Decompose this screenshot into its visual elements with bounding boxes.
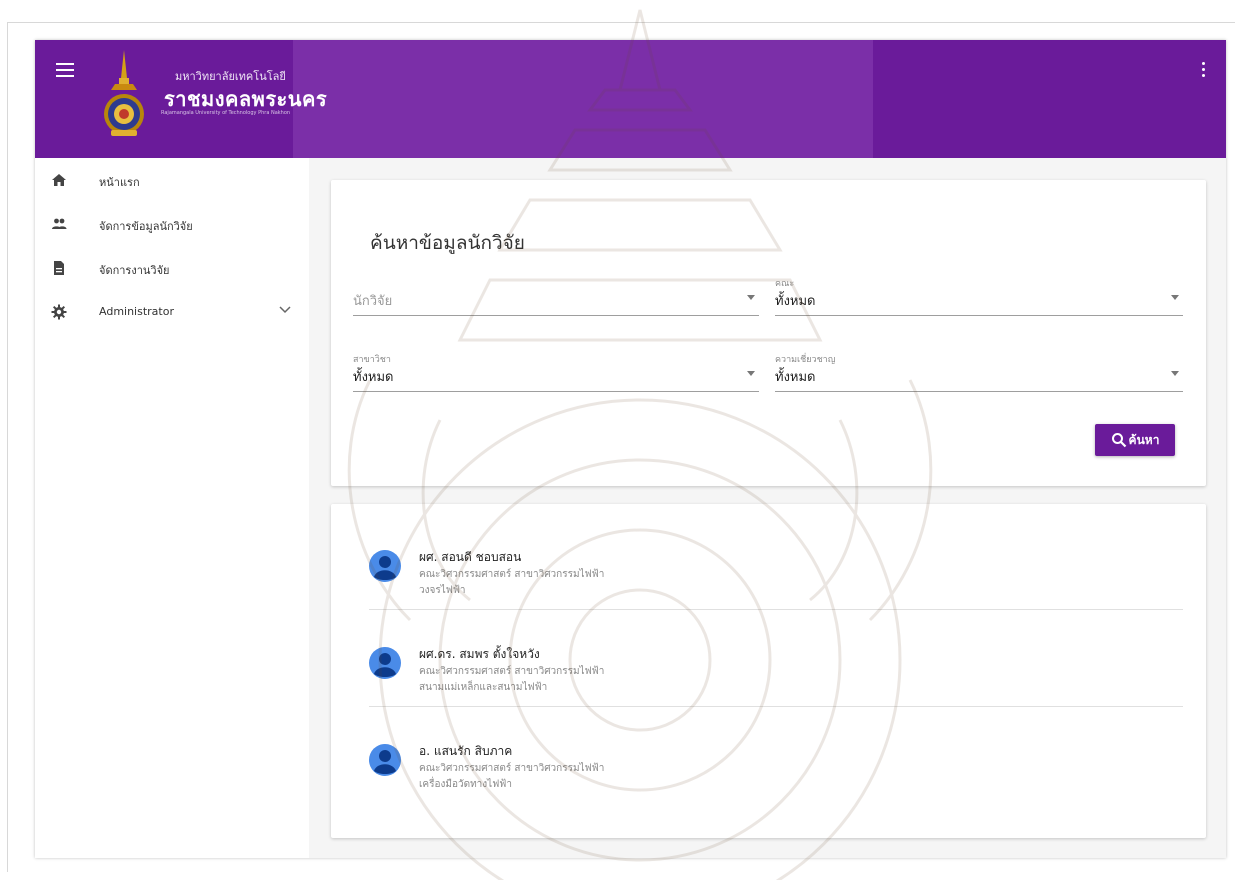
avatar-icon <box>369 647 401 679</box>
dropdown-arrow-icon <box>747 371 755 376</box>
researcher-select[interactable]: นักวิจัย <box>353 276 759 316</box>
university-logo <box>104 50 144 136</box>
result-item[interactable]: อ. แสนรัก สิบภาค คณะวิศวกรรมศาสตร์ สาขาว… <box>369 706 1183 806</box>
result-faculty: คณะวิศวกรรมศาสตร์ สาขาวิศวกรรมไฟฟ้า <box>419 763 605 774</box>
result-name: อ. แสนรัก สิบภาค <box>419 744 513 758</box>
chevron-down-icon[interactable] <box>279 306 291 314</box>
search-card: ค้นหาข้อมูลนักวิจัย นักวิจัย คณะ ทั้งหมด… <box>331 180 1206 486</box>
app-window: มหาวิทยาลัยเทคโนโลยี ราชมงคลพระนคร Rajam… <box>35 40 1226 858</box>
avatar-icon <box>369 744 401 776</box>
search-button[interactable]: ค้นหา <box>1095 424 1175 456</box>
major-value: ทั้งหมด <box>353 370 394 385</box>
more-vert-icon[interactable] <box>1202 62 1206 78</box>
document-icon <box>54 261 64 275</box>
sidebar-item-label: จัดการข้อมูลนักวิจัย <box>99 220 193 233</box>
expertise-value: ทั้งหมด <box>775 370 816 385</box>
dropdown-arrow-icon <box>747 295 755 300</box>
researcher-placeholder: นักวิจัย <box>353 294 393 309</box>
results-card: ผศ. สอนดี ชอบสอน คณะวิศวกรรมศาสตร์ สาขาว… <box>331 504 1206 838</box>
result-item[interactable]: ผศ.ดร. สมพร ตั้งใจหวัง คณะวิศวกรรมศาสตร์… <box>369 609 1183 707</box>
faculty-label: คณะ <box>775 279 795 289</box>
sidebar-item-research[interactable]: จัดการงานวิจัย <box>35 248 309 288</box>
result-faculty: คณะวิศวกรรมศาสตร์ สาขาวิศวกรรมไฟฟ้า <box>419 666 605 677</box>
search-title: ค้นหาข้อมูลนักวิจัย <box>370 232 525 254</box>
sidebar-item-researchers[interactable]: จัดการข้อมูลนักวิจัย <box>35 204 309 244</box>
result-expertise: สนามแม่เหล็กและสนามไฟฟ้า <box>419 682 548 693</box>
result-item[interactable]: ผศ. สอนดี ชอบสอน คณะวิศวกรรมศาสตร์ สาขาว… <box>369 512 1183 610</box>
result-faculty: คณะวิศวกรรมศาสตร์ สาขาวิศวกรรมไฟฟ้า <box>419 569 605 580</box>
sidebar-item-label: จัดการงานวิจัย <box>99 264 170 277</box>
people-icon <box>52 218 67 229</box>
home-icon <box>52 174 66 186</box>
search-button-label: ค้นหา <box>1128 432 1160 447</box>
dropdown-arrow-icon <box>1171 371 1179 376</box>
sidebar: หน้าแรก จัดการข้อมูลนักวิจัย จัดการงานวิ… <box>35 158 309 858</box>
result-name: ผศ.ดร. สมพร ตั้งใจหวัง <box>419 647 540 661</box>
major-label: สาขาวิชา <box>353 355 391 365</box>
dropdown-arrow-icon <box>1171 295 1179 300</box>
major-select[interactable]: สาขาวิชา ทั้งหมด <box>353 352 759 392</box>
brand-sub-text: Rajamangala University of Technology Phr… <box>161 110 291 116</box>
hamburger-menu-icon[interactable] <box>56 63 74 77</box>
result-name: ผศ. สอนดี ชอบสอน <box>419 550 522 564</box>
sidebar-item-label: Administrator <box>99 305 174 318</box>
sidebar-item-home[interactable]: หน้าแรก <box>35 160 309 200</box>
expertise-label: ความเชี่ยวชาญ <box>775 355 836 365</box>
avatar-icon <box>369 550 401 582</box>
expertise-select[interactable]: ความเชี่ยวชาญ ทั้งหมด <box>775 352 1183 392</box>
search-icon <box>1111 433 1126 448</box>
result-expertise: เครื่องมือวัดทางไฟฟ้า <box>419 779 512 790</box>
app-header: มหาวิทยาลัยเทคโนโลยี ราชมงคลพระนคร Rajam… <box>35 40 1226 158</box>
faculty-select[interactable]: คณะ ทั้งหมด <box>775 276 1183 316</box>
sidebar-item-label: หน้าแรก <box>99 176 140 189</box>
header-middle-panel <box>293 40 873 158</box>
faculty-value: ทั้งหมด <box>775 294 816 309</box>
result-expertise: วงจรไฟฟ้า <box>419 585 466 596</box>
gear-icon <box>51 304 67 320</box>
sidebar-item-administrator[interactable]: Administrator <box>35 292 309 332</box>
main-content: ค้นหาข้อมูลนักวิจัย นักวิจัย คณะ ทั้งหมด… <box>309 158 1226 858</box>
